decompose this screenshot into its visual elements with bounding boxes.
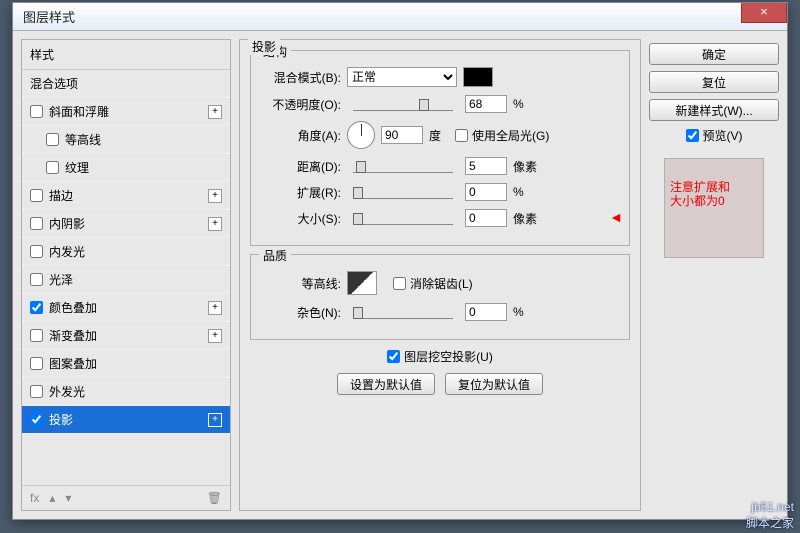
ok-button[interactable]: 确定 <box>649 43 779 65</box>
spread-slider[interactable] <box>353 185 453 199</box>
preview-thumb <box>664 158 764 258</box>
size-label: 大小(S): <box>261 210 341 227</box>
down-icon[interactable]: ▾ <box>65 491 71 505</box>
add-icon[interactable]: + <box>208 301 222 315</box>
style-item-3[interactable]: 描边+ <box>22 182 230 210</box>
style-item-9[interactable]: 图案叠加 <box>22 350 230 378</box>
distance-input[interactable] <box>465 157 507 175</box>
style-item-10[interactable]: 外发光 <box>22 378 230 406</box>
cancel-button[interactable]: 复位 <box>649 71 779 93</box>
style-checkbox[interactable] <box>30 217 43 230</box>
distance-label: 距离(D): <box>261 158 341 175</box>
close-button[interactable]: × <box>741 3 787 23</box>
layer-style-dialog: 图层样式 × 样式 混合选项 斜面和浮雕+等高线纹理描边+内阴影+内发光光泽颜色… <box>12 2 788 520</box>
style-checkbox[interactable] <box>46 133 59 146</box>
add-icon[interactable]: + <box>208 413 222 427</box>
contour-label: 等高线: <box>261 275 341 292</box>
angle-dial[interactable] <box>347 121 375 149</box>
distance-slider[interactable] <box>353 159 453 173</box>
preview-checkbox[interactable]: 预览(V) <box>649 127 779 144</box>
quality-legend: 品质 <box>259 247 291 264</box>
style-checkbox[interactable] <box>30 273 43 286</box>
fx-icon[interactable]: fx <box>30 491 39 505</box>
style-item-6[interactable]: 光泽 <box>22 266 230 294</box>
blending-options[interactable]: 混合选项 <box>22 70 230 98</box>
blend-mode-label: 混合模式(B): <box>261 69 341 86</box>
reset-default-button[interactable]: 复位为默认值 <box>445 373 543 395</box>
noise-label: 杂色(N): <box>261 304 341 321</box>
settings-panel: 投影 结构 混合模式(B): 正常 不透明度(O): % <box>239 39 641 511</box>
trash-icon[interactable]: 🗑 <box>207 491 222 505</box>
make-default-button[interactable]: 设置为默认值 <box>337 373 435 395</box>
noise-input[interactable] <box>465 303 507 321</box>
global-light-checkbox[interactable]: 使用全局光(G) <box>455 127 549 144</box>
opacity-input[interactable] <box>465 95 507 113</box>
contour-picker[interactable] <box>347 271 377 295</box>
style-item-2[interactable]: 纹理 <box>22 154 230 182</box>
annotation: 注意扩展和大小都为0 <box>670 180 730 208</box>
quality-group: 品质 等高线: 消除锯齿(L) 杂色(N): % <box>250 254 630 340</box>
right-panel: 确定 复位 新建样式(W)... 预览(V) <box>649 39 779 511</box>
up-icon[interactable]: ▴ <box>49 491 55 505</box>
style-item-11[interactable]: 投影+ <box>22 406 230 434</box>
spread-input[interactable] <box>465 183 507 201</box>
add-icon[interactable]: + <box>208 189 222 203</box>
style-checkbox[interactable] <box>30 105 43 118</box>
add-icon[interactable]: + <box>208 217 222 231</box>
structure-group: 结构 混合模式(B): 正常 不透明度(O): % 角度(A): <box>250 50 630 246</box>
styles-footer: fx ▴ ▾ 🗑 <box>22 485 230 510</box>
style-checkbox[interactable] <box>30 413 43 426</box>
style-item-1[interactable]: 等高线 <box>22 126 230 154</box>
color-swatch[interactable] <box>463 67 493 87</box>
style-checkbox[interactable] <box>46 161 59 174</box>
size-input[interactable] <box>465 209 507 227</box>
styles-header[interactable]: 样式 <box>22 40 230 70</box>
style-checkbox[interactable] <box>30 385 43 398</box>
style-item-0[interactable]: 斜面和浮雕+ <box>22 98 230 126</box>
size-slider[interactable] <box>353 211 453 225</box>
styles-panel: 样式 混合选项 斜面和浮雕+等高线纹理描边+内阴影+内发光光泽颜色叠加+渐变叠加… <box>21 39 231 511</box>
style-checkbox[interactable] <box>30 329 43 342</box>
add-icon[interactable]: + <box>208 329 222 343</box>
style-item-7[interactable]: 颜色叠加+ <box>22 294 230 322</box>
style-checkbox[interactable] <box>30 357 43 370</box>
opacity-slider[interactable] <box>353 97 453 111</box>
style-item-5[interactable]: 内发光 <box>22 238 230 266</box>
style-checkbox[interactable] <box>30 301 43 314</box>
style-checkbox[interactable] <box>30 189 43 202</box>
add-icon[interactable]: + <box>208 105 222 119</box>
antialias-checkbox[interactable]: 消除锯齿(L) <box>393 275 473 292</box>
blend-mode-select[interactable]: 正常 <box>347 67 457 87</box>
style-checkbox[interactable] <box>30 245 43 258</box>
style-item-4[interactable]: 内阴影+ <box>22 210 230 238</box>
spread-label: 扩展(R): <box>261 184 341 201</box>
style-item-8[interactable]: 渐变叠加+ <box>22 322 230 350</box>
arrow-icon: ◄ <box>609 209 623 225</box>
titlebar[interactable]: 图层样式 × <box>13 3 787 31</box>
angle-input[interactable] <box>381 126 423 144</box>
angle-label: 角度(A): <box>261 127 341 144</box>
new-style-button[interactable]: 新建样式(W)... <box>649 99 779 121</box>
opacity-label: 不透明度(O): <box>261 96 341 113</box>
watermark: jb51.net脚本之家 <box>746 500 794 531</box>
window-title: 图层样式 <box>23 7 75 26</box>
noise-slider[interactable] <box>353 305 453 319</box>
knockout-checkbox[interactable]: 图层挖空投影(U) <box>387 348 493 365</box>
panel-title: 投影 <box>248 38 280 55</box>
